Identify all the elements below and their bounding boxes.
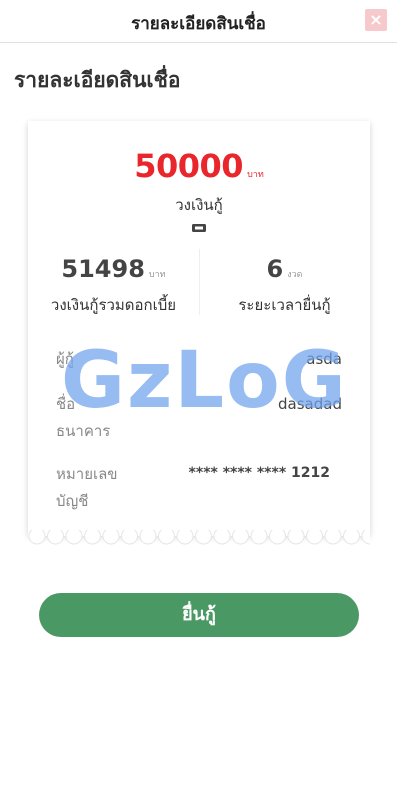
scallop [121, 530, 138, 545]
term-count: 6 [266, 255, 284, 283]
bank-label-line2: ธนาคาร [56, 422, 111, 440]
scallop [306, 530, 323, 545]
scallop [343, 530, 360, 545]
card-scalloped-edge [28, 530, 370, 545]
scallop [213, 530, 231, 545]
loan-amount: 50000 [134, 147, 244, 185]
total-amount: 51498 [61, 255, 145, 283]
account-label-line2: บัญชี [56, 492, 89, 510]
loan-amount-label: วงเงินกู้ [175, 196, 223, 214]
scallop [250, 530, 268, 545]
term-stat: 6 งวด ระยะเวลายื่นกู้ [199, 255, 370, 317]
loan-amount-row: 50000 บาท [28, 147, 370, 185]
scallop [269, 530, 286, 545]
term-unit: งวด [287, 270, 303, 280]
account-value: **** **** **** 1212 [188, 465, 330, 481]
account-label: หมายเลข บัญชี [56, 461, 118, 515]
scallop [287, 530, 305, 545]
ticket-icon [192, 224, 206, 232]
scallop [65, 530, 83, 545]
bank-label-line1: ชื่อ [56, 395, 76, 413]
borrower-value: asda [306, 350, 342, 368]
scallop [139, 530, 157, 545]
bank-value: dasadad [278, 395, 342, 413]
borrower-label: ผู้กู้ [56, 350, 74, 368]
scallop [176, 530, 194, 545]
bank-label: ชื่อ ธนาคาร [56, 391, 110, 445]
page-heading: รายละเอียดสินเชื่อ [14, 68, 181, 92]
scallop [324, 530, 342, 545]
total-amount-stat: 51498 บาท วงเงินกู้รวมดอกเบี้ย [28, 255, 199, 317]
close-icon: × [369, 10, 383, 29]
scallop [232, 530, 249, 545]
total-amount-label: วงเงินกู้รวมดอกเบี้ย [50, 296, 177, 314]
term-label: ระยะเวลายื่นกู้ [238, 296, 331, 314]
loan-amount-unit: บาท [247, 170, 264, 180]
scallop [158, 530, 175, 545]
close-button[interactable]: × [365, 9, 387, 31]
window-title: รายละเอียดสินเชื่อ [131, 14, 266, 34]
scallop [361, 530, 370, 545]
top-bar: รายละเอียดสินเชื่อ × [0, 0, 397, 43]
scallop [28, 530, 46, 545]
scallop [84, 530, 101, 545]
account-label-line1: หมายเลข [56, 465, 118, 483]
scallop [102, 530, 120, 545]
apply-loan-button[interactable]: ยื่นกู้ [39, 593, 359, 637]
loan-detail-card: 50000 บาท วงเงินกู้ 51498 บาท วงเงินกู้รวม… [28, 121, 370, 535]
scallop [47, 530, 64, 545]
total-amount-unit: บาท [148, 270, 166, 280]
scallop [195, 530, 212, 545]
